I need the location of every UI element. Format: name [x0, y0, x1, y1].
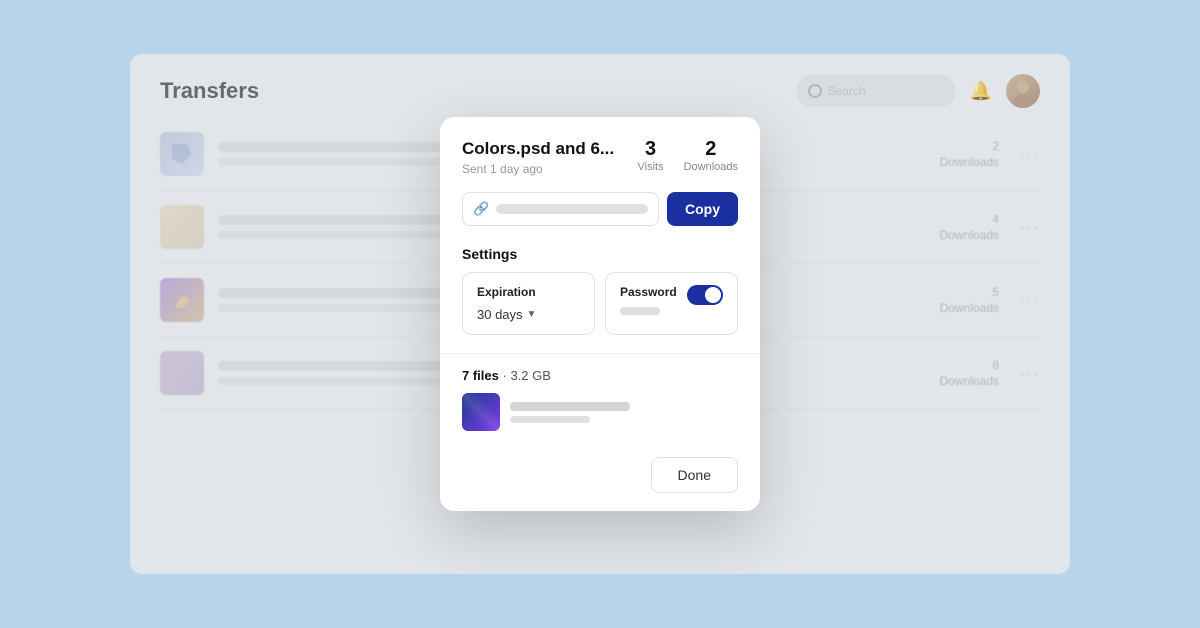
app-window: Transfers Search 🔔 — [130, 54, 1070, 574]
files-count: 7 files — [462, 368, 499, 383]
file-name-bar — [510, 402, 630, 411]
expiration-text: 30 days — [477, 307, 523, 322]
visits-stat: 3 Visits — [637, 139, 663, 173]
share-modal: Colors.psd and 6... Sent 1 day ago 3 Vis… — [440, 117, 760, 511]
modal-stats: 3 Visits 2 Downloads — [637, 139, 738, 173]
password-toggle[interactable] — [687, 285, 723, 305]
file-thumb-inner — [462, 393, 500, 431]
files-size: 3.2 GB — [510, 368, 550, 383]
password-placeholder-bar — [620, 307, 660, 315]
modal-body: Colors.psd and 6... Sent 1 day ago 3 Vis… — [440, 117, 760, 335]
downloads-count: 2 — [705, 139, 716, 159]
link-placeholder-bar — [496, 204, 648, 214]
expiration-value[interactable]: 30 days ▼ — [477, 307, 580, 322]
modal-title-area: Colors.psd and 6... Sent 1 day ago — [462, 139, 614, 176]
downloads-label: Downloads — [684, 161, 738, 173]
downloads-stat: 2 Downloads — [684, 139, 738, 173]
visits-count: 3 — [645, 139, 656, 159]
expiration-title: Expiration — [477, 285, 580, 299]
files-header: 7 files · 3.2 GB — [462, 368, 738, 383]
link-icon: 🔗 — [473, 201, 489, 217]
settings-label: Settings — [462, 246, 738, 262]
modal-title: Colors.psd and 6... — [462, 139, 614, 159]
dropdown-arrow-icon: ▼ — [527, 309, 537, 320]
file-size-bar — [510, 416, 590, 423]
modal-header: Colors.psd and 6... Sent 1 day ago 3 Vis… — [462, 139, 738, 176]
link-copy-row: 🔗 Copy — [462, 192, 738, 226]
files-section: 7 files · 3.2 GB — [440, 353, 760, 445]
password-title: Password — [620, 285, 677, 299]
visits-label: Visits — [637, 161, 663, 173]
file-thumbnail — [462, 393, 500, 431]
settings-grid: Expiration 30 days ▼ Password — [462, 272, 738, 335]
expiration-card[interactable]: Expiration 30 days ▼ — [462, 272, 595, 335]
password-content: Password — [620, 285, 677, 315]
copy-button[interactable]: Copy — [667, 192, 738, 226]
modal-footer: Done — [440, 445, 760, 511]
modal-overlay: Colors.psd and 6... Sent 1 day ago 3 Vis… — [130, 54, 1070, 574]
file-info — [510, 402, 630, 423]
modal-subtitle: Sent 1 day ago — [462, 162, 614, 176]
done-button[interactable]: Done — [651, 457, 738, 493]
link-input[interactable]: 🔗 — [462, 192, 659, 226]
file-item — [462, 393, 738, 431]
password-card[interactable]: Password — [605, 272, 738, 335]
